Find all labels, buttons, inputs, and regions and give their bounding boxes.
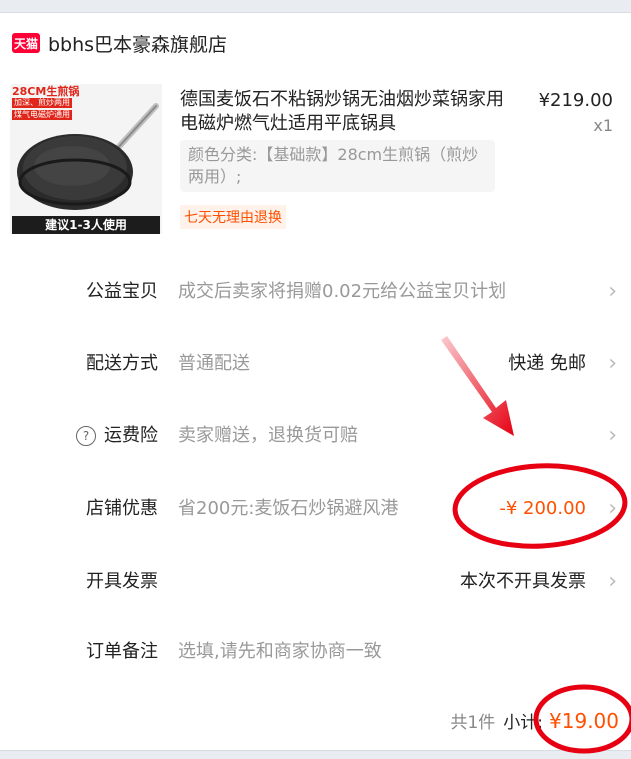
insurance-label: 运费险	[104, 425, 158, 446]
discount-amount: -¥ 200.00	[499, 498, 586, 519]
thumb-sub2: 煤气电磁炉通用	[12, 110, 72, 120]
discount-label: 店铺优惠	[86, 498, 158, 519]
thumb-caption: 建议1-3人使用	[12, 216, 160, 234]
product-title[interactable]: 德国麦饭石不粘锅炒锅无油烟炒菜锅家用电磁炉燃气灶适用平底锅具	[180, 88, 510, 136]
insurance-row[interactable]: ? 运费险 卖家赠送，退换货可赔 ›	[0, 416, 631, 456]
product-thumbnail[interactable]: 28CM生煎锅 加深、煎炒两用 煤气电磁炉通用 建议1-3人使用	[10, 84, 162, 234]
charity-row[interactable]: 公益宝贝 成交后卖家将捐赠0.02元给公益宝贝计划 ›	[0, 272, 631, 312]
insurance-label-wrap: ? 运费险	[76, 416, 158, 456]
invoice-label: 开具发票	[86, 571, 158, 592]
product-spec[interactable]: 颜色分类:【基础款】28cm生煎锅（煎炒两用）;	[180, 140, 495, 192]
charity-label: 公益宝贝	[86, 281, 158, 302]
subtotal-label: 小计:	[503, 713, 544, 733]
shop-name[interactable]: bbhs巴本豪森旗舰店	[48, 30, 227, 57]
subtotal-amount: ¥19.00	[549, 709, 619, 733]
chevron-right-icon[interactable]: ›	[608, 489, 617, 529]
discount-row[interactable]: 店铺优惠 省200元:麦饭石炒锅避风港 -¥ 200.00 ›	[0, 489, 631, 529]
thumb-sub1: 加深、煎炒两用	[12, 98, 72, 108]
discount-value: 省200元:麦饭石炒锅避风港	[178, 498, 399, 519]
chevron-right-icon[interactable]: ›	[608, 344, 617, 384]
product-price: ¥219.00	[538, 90, 613, 111]
charity-value: 成交后卖家将捐赠0.02元给公益宝贝计划	[178, 281, 507, 302]
note-row[interactable]: 订单备注 选填,请先和商家协商一致	[0, 632, 631, 672]
product-quantity: x1	[593, 116, 613, 135]
chevron-right-icon[interactable]: ›	[608, 562, 617, 602]
delivery-label: 配送方式	[86, 353, 158, 374]
chevron-right-icon[interactable]: ›	[608, 272, 617, 312]
delivery-value: 普通配送	[178, 353, 250, 374]
subtotal-bar: 共1件 小计: ¥19.00	[450, 708, 619, 744]
invoice-value: 本次不开具发票	[460, 571, 586, 592]
top-divider	[0, 0, 631, 13]
bottom-divider	[0, 750, 631, 759]
thumb-tag: 28CM生煎锅	[12, 85, 80, 98]
note-input[interactable]: 选填,请先和商家协商一致	[178, 632, 382, 672]
insurance-value: 卖家赠送，退换货可赔	[178, 425, 358, 446]
question-circle-icon[interactable]: ?	[76, 426, 96, 446]
shop-header[interactable]: 天猫 bbhs巴本豪森旗舰店	[12, 28, 227, 58]
delivery-right: 快递 免邮	[508, 353, 586, 374]
note-label: 订单备注	[86, 641, 158, 662]
tmall-logo-icon: 天猫	[12, 33, 40, 53]
invoice-row[interactable]: 开具发票 本次不开具发票 ›	[0, 562, 631, 602]
delivery-row[interactable]: 配送方式 普通配送 快递 免邮 ›	[0, 344, 631, 384]
item-count: 共1件	[450, 713, 496, 733]
return-policy-badge: 七天无理由退换	[180, 205, 286, 229]
chevron-right-icon[interactable]: ›	[608, 416, 617, 456]
